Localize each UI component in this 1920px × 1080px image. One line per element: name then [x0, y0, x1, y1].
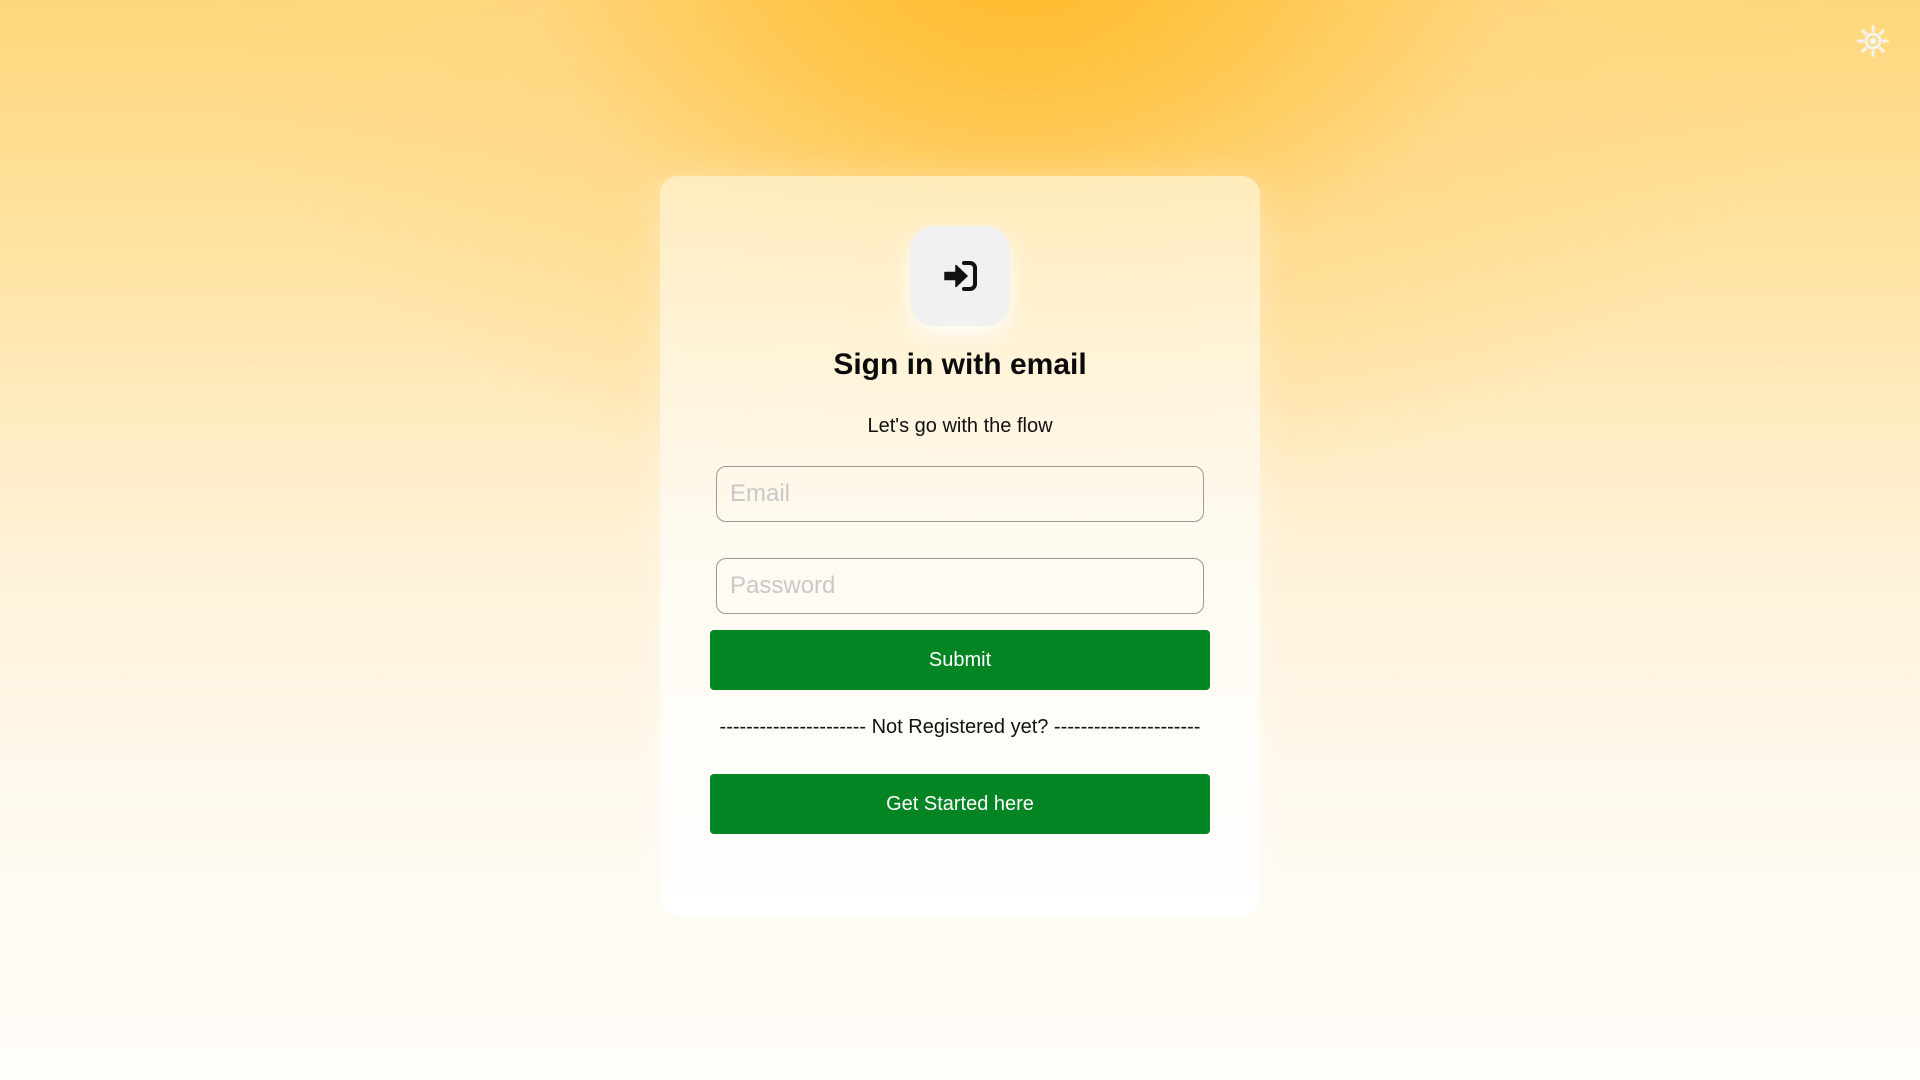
- theme-toggle-button[interactable]: [1856, 24, 1890, 58]
- sun-icon: [1857, 25, 1889, 57]
- sign-in-arrow-icon: [944, 261, 977, 291]
- sign-in-logo: [910, 226, 1010, 326]
- page-subtitle: Let's go with the flow: [867, 415, 1053, 437]
- page-title: Sign in with email: [833, 348, 1087, 381]
- email-field[interactable]: [716, 466, 1204, 522]
- submit-button[interactable]: Submit: [710, 630, 1210, 690]
- not-registered-divider: ---------------------- Not Registered ye…: [719, 716, 1201, 738]
- password-field[interactable]: [716, 558, 1204, 614]
- get-started-button[interactable]: Get Started here: [710, 774, 1210, 834]
